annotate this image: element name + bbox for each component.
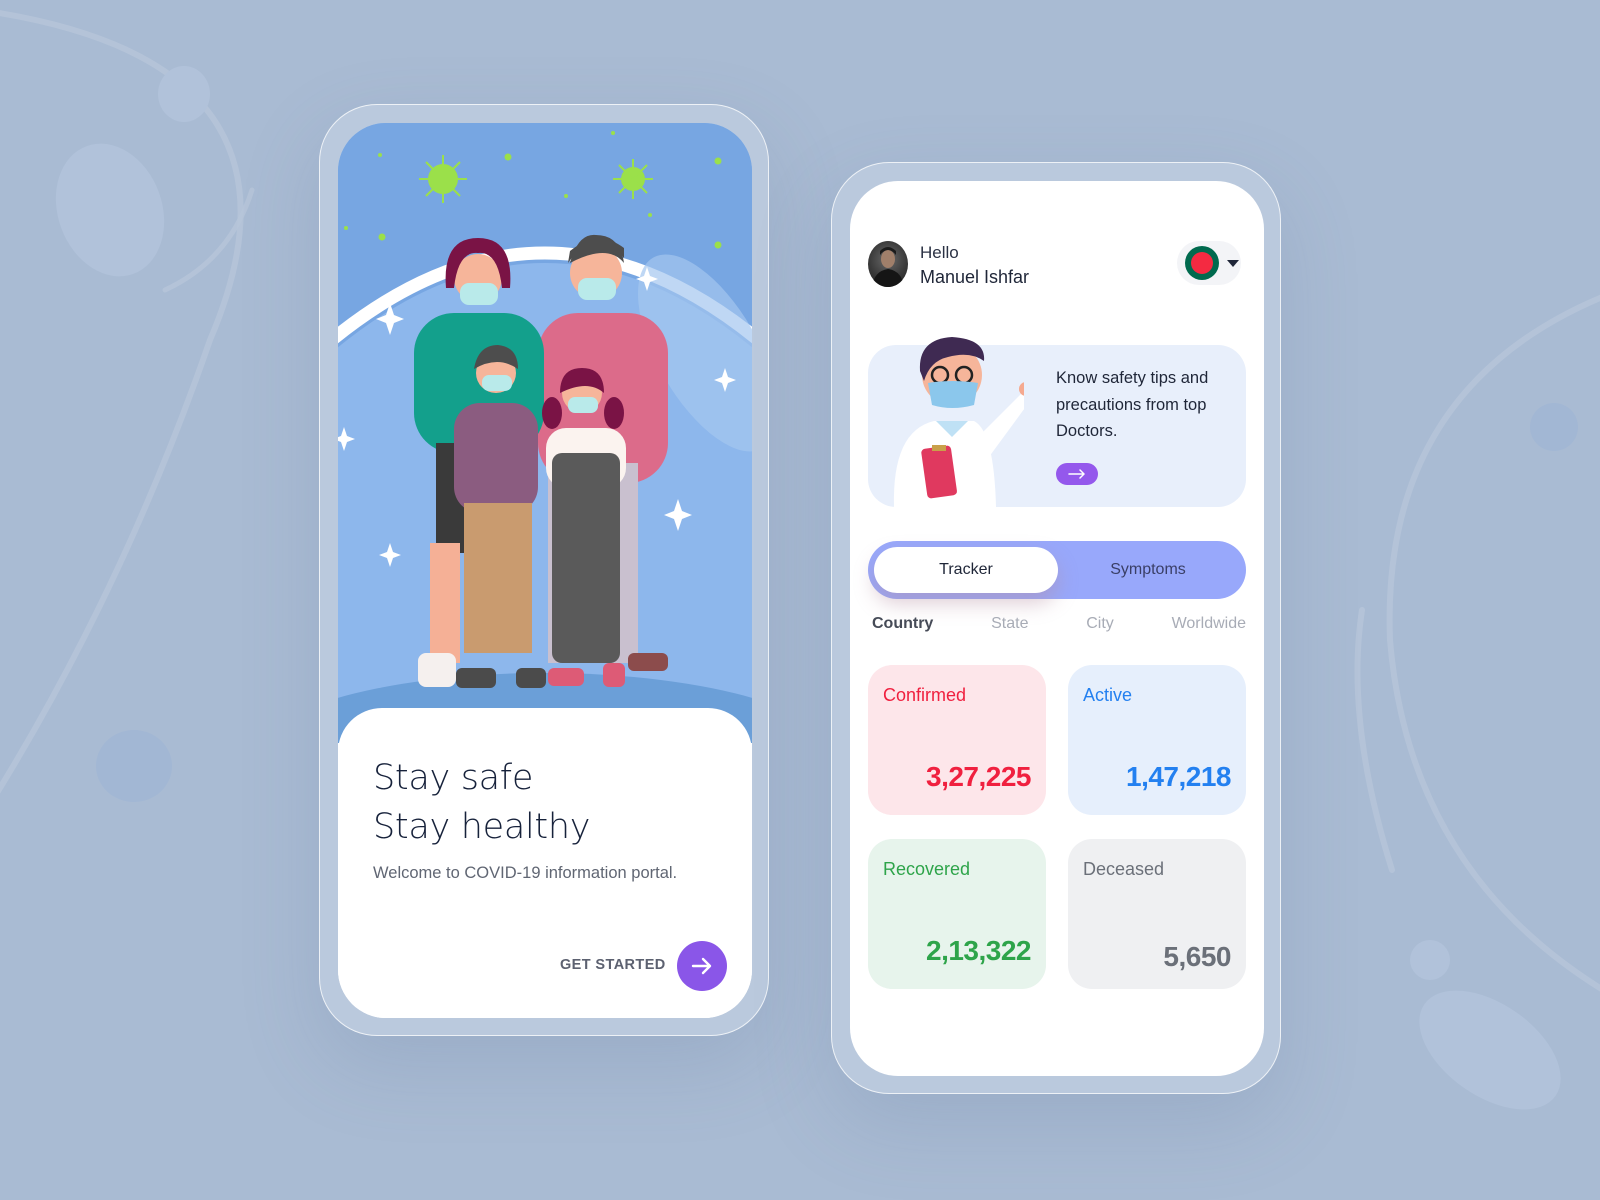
filter-city[interactable]: City [1086,615,1114,633]
stat-card-confirmed[interactable]: Confirmed 3,27,225 [868,665,1046,815]
doctor-illustration [893,337,1024,507]
stat-label: Deceased [1083,859,1165,879]
stat-value: 1,47,218 [1126,761,1232,792]
onboarding-screen: Stay safe Stay healthy Welcome to COVID-… [338,123,752,1018]
dashboard-screen: Hello Manuel Ishfar Know safety tips and… [850,181,1264,1076]
title-line-1: Stay safe [373,758,534,798]
stat-value: 5,650 [1163,941,1231,972]
filter-state[interactable]: State [991,615,1028,633]
tab-tracker[interactable]: Tracker [874,547,1058,593]
promo-arrow-button[interactable] [1056,463,1098,485]
stat-label: Active [1083,685,1133,705]
region-filter: Country State City Worldwide [872,615,1246,633]
user-photo-icon [872,247,904,287]
welcome-subtitle: Welcome to COVID-19 information portal. [373,864,678,882]
stat-card-deceased[interactable]: Deceased 5,650 [1068,839,1246,989]
family-masks-illustration [338,123,752,853]
avatar[interactable] [868,241,908,287]
stat-card-active[interactable]: Active 1,47,218 [1068,665,1246,815]
get-started-button[interactable] [677,941,727,991]
filter-country[interactable]: Country [872,615,933,633]
stat-value: 2,13,322 [926,935,1032,966]
onboarding-phone: Stay safe Stay healthy Welcome to COVID-… [319,104,769,1036]
stat-value: 3,27,225 [926,761,1032,792]
background-decoration [0,10,1600,1110]
greeting-text: Hello [920,243,959,262]
get-started-link[interactable]: GET STARTED [560,957,666,973]
arrow-right-icon [1068,469,1085,479]
doctor-tips-banner[interactable]: Know safety tips and precautions from to… [868,337,1246,507]
welcome-title: Stay safe Stay healthy [373,754,590,852]
bangladesh-flag-icon [1185,246,1219,280]
stat-card-recovered[interactable]: Recovered 2,13,322 [868,839,1046,989]
family-illustration [338,123,752,853]
country-selector[interactable] [1177,241,1241,285]
welcome-card: Stay safe Stay healthy Welcome to COVID-… [338,708,752,1018]
title-line-2: Stay healthy [373,807,591,847]
user-name: Manuel Ishfar [920,267,1030,287]
arrow-right-icon [691,957,712,975]
stat-label: Recovered [883,859,971,879]
filter-worldwide[interactable]: Worldwide [1172,615,1246,633]
chevron-down-icon [1227,259,1239,267]
tab-symptoms[interactable]: Symptoms [1056,547,1240,593]
tracker-symptoms-toggle: Tracker Symptoms [868,541,1246,599]
dashboard-phone: Hello Manuel Ishfar Know safety tips and… [831,162,1281,1094]
promo-text: Know safety tips and precautions from to… [1056,369,1209,440]
stat-label: Confirmed [883,685,967,705]
